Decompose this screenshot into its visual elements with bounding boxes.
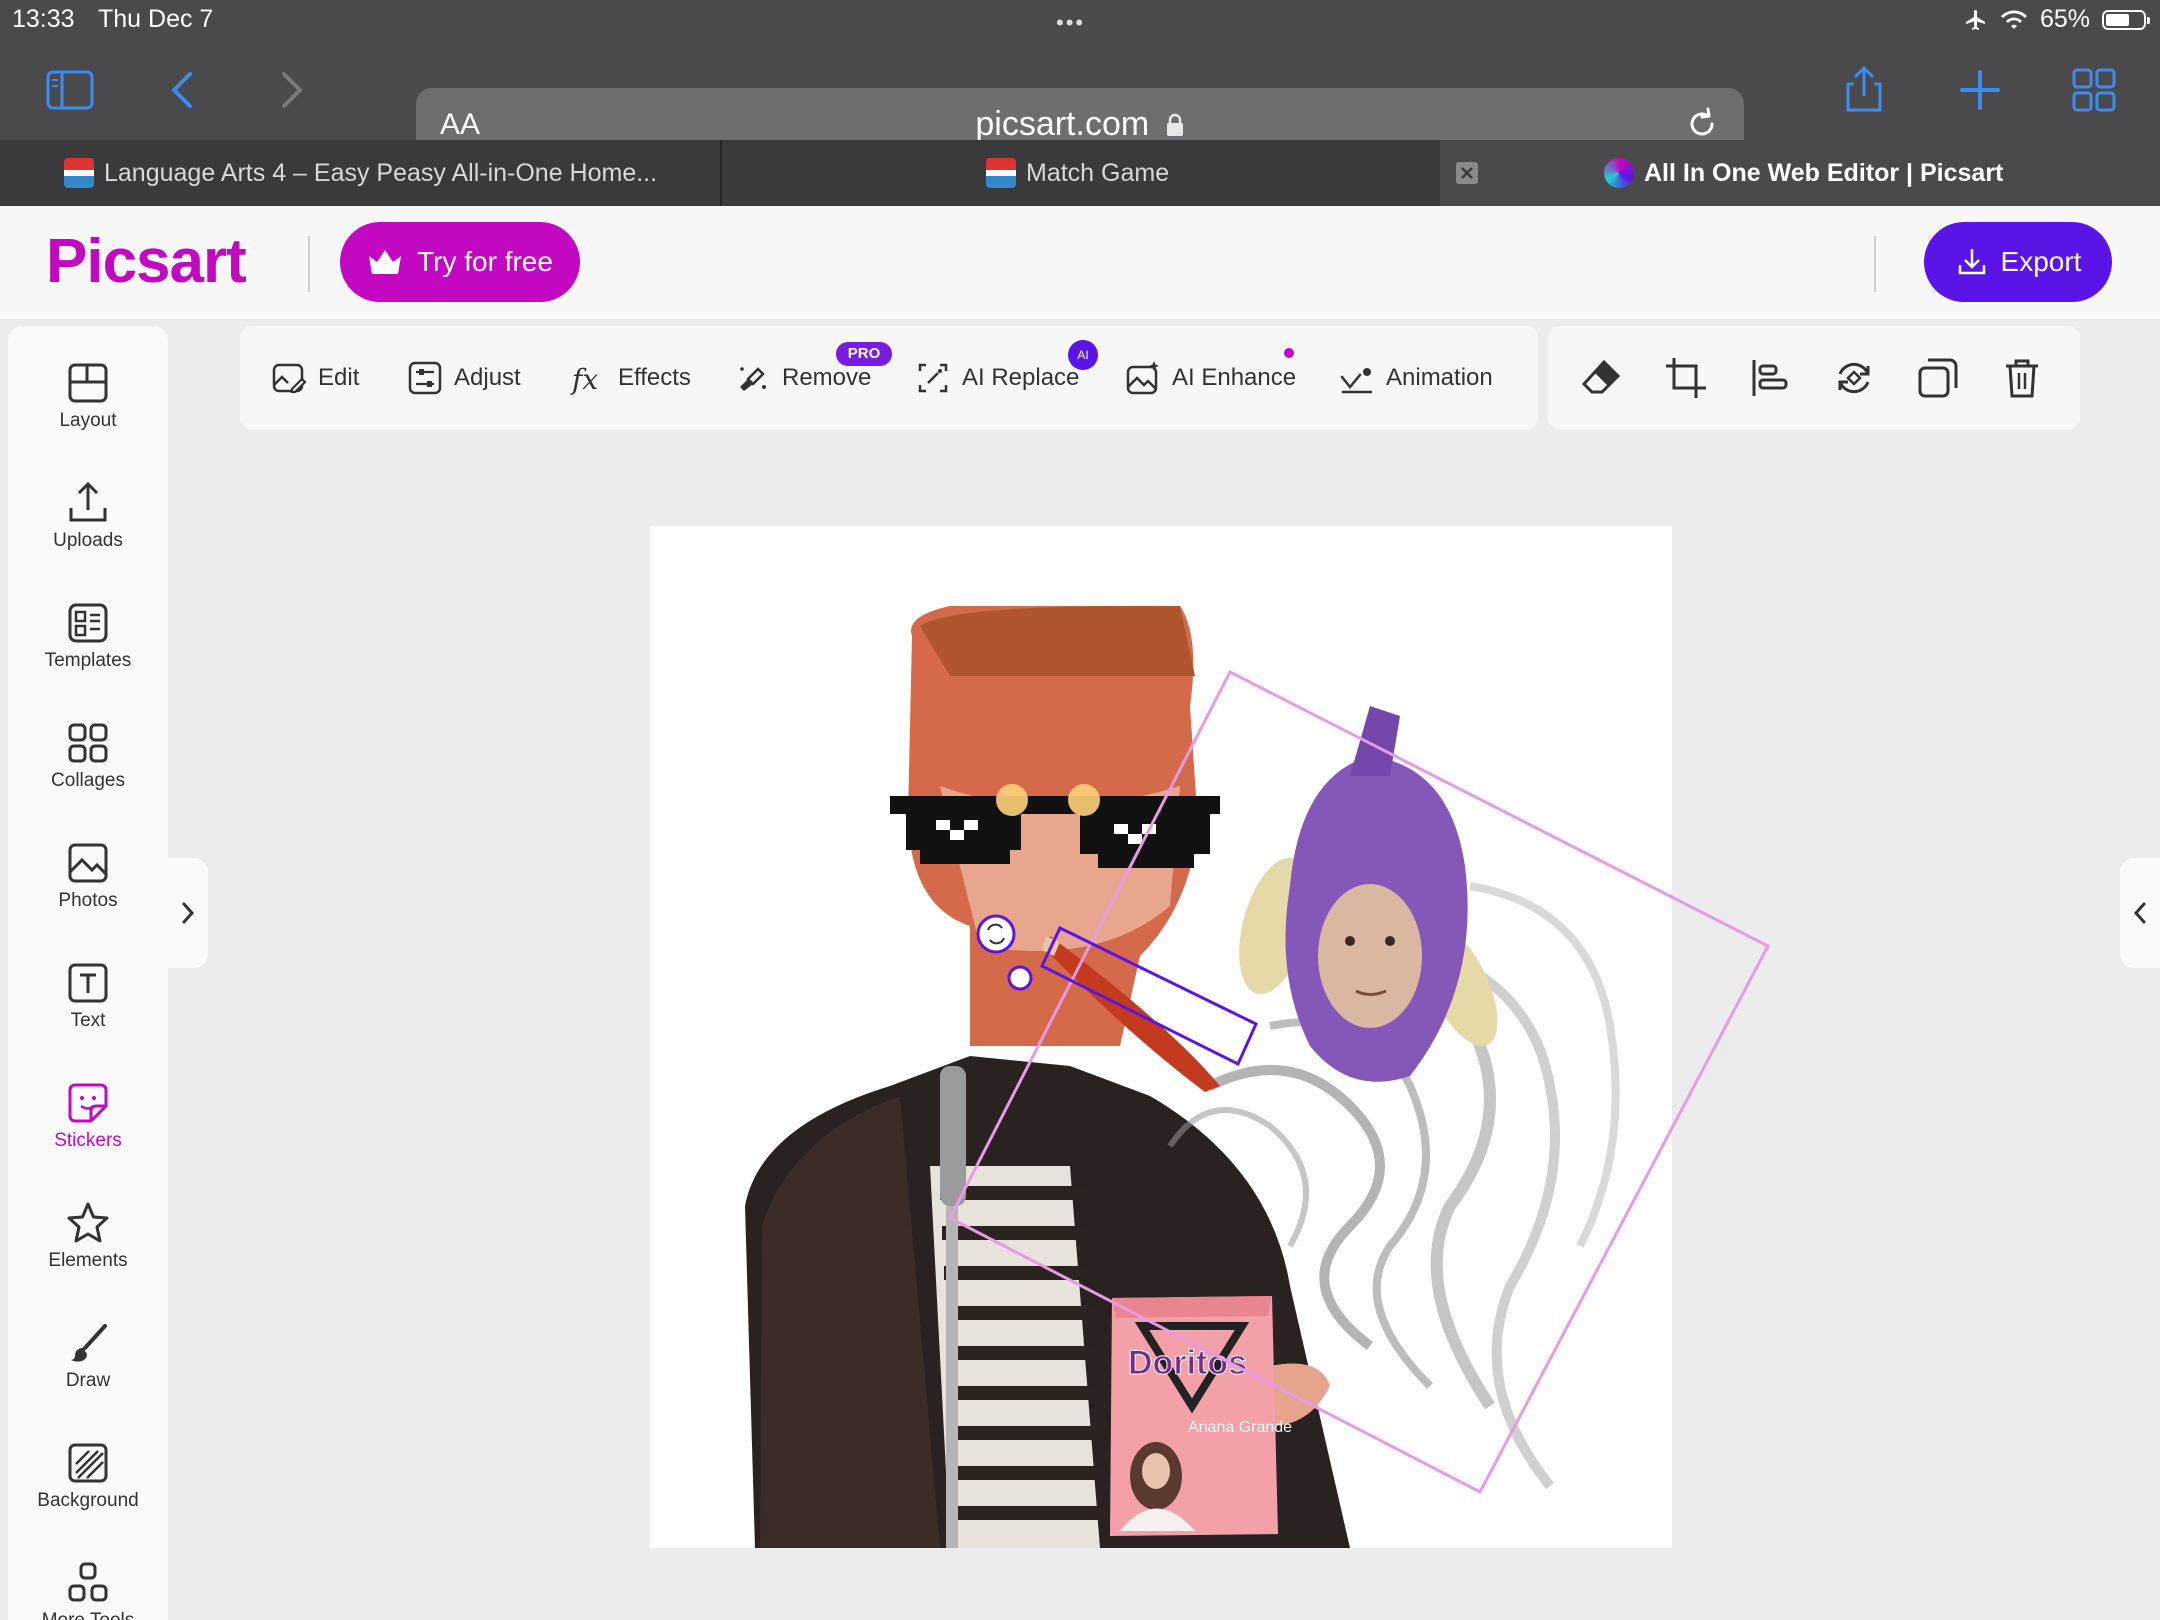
sidebar-item-layout[interactable]: Layout [8,352,168,462]
tool-adjust[interactable]: Adjust [406,356,521,400]
new-indicator-dot [1284,348,1294,358]
share-icon[interactable] [1836,62,1892,118]
status-bar: 13:33 Thu Dec 7 ••• 65% [0,0,2160,40]
resize-handle[interactable] [1007,965,1033,991]
star-icon [67,1202,109,1243]
doritos-chips-sticker[interactable]: Doritos Ariana Grande [1110,1296,1292,1536]
crown-icon [369,250,402,274]
tool-ai-enhance[interactable]: AI Enhance [1124,356,1296,400]
edit-image-icon [272,363,307,394]
sidebar-item-draw[interactable]: Draw [8,1312,168,1422]
rotate-handle-icon[interactable] [976,914,1016,954]
header-divider [308,236,310,292]
battery-percent: 65% [2039,5,2090,33]
remove-brush-icon [740,367,766,391]
eraser-icon[interactable] [1580,356,1624,400]
svg-text:fx: fx [570,363,598,396]
fx-icon: fx [570,363,598,396]
tab-bar: Language Arts 4 – Easy Peasy All-in-One … [0,140,2160,206]
sidebar-expand-button[interactable] [168,858,208,968]
animation-icon [1340,368,1372,394]
sidebar-item-more-tools[interactable]: More Tools [8,1552,168,1620]
left-sidebar: Layout Uploads Templates Collages Photos… [8,326,168,1620]
tool-edit[interactable]: Edit [270,356,359,400]
multitask-dots-icon[interactable]: ••• [1056,10,1085,36]
try-for-free-button[interactable]: Try for free [340,222,580,302]
trash-icon[interactable] [2000,356,2044,400]
browser-toolbar: AA picsart.com [0,40,2160,160]
reload-icon[interactable] [1682,104,1722,144]
chevron-left-icon [2133,902,2146,924]
wifi-icon [2000,9,2027,29]
text-icon [68,963,108,1003]
sidebar-toggle-icon[interactable] [42,62,98,118]
export-button[interactable]: Export [1924,222,2112,302]
flip-icon[interactable] [1832,356,1876,400]
app-header: Picsart Try for free Export [0,206,2160,319]
design-canvas[interactable]: Doritos Ariana Grande [650,526,1771,1548]
battery-fill [2106,13,2130,26]
sidebar-item-stickers[interactable]: Stickers [8,1072,168,1182]
forward-icon[interactable] [262,62,318,118]
sidebar-item-text[interactable]: Text [8,952,168,1062]
tool-ai-replace[interactable]: AI Replace [914,356,1079,400]
background-icon [68,1443,108,1483]
easy-peasy-favicon-icon [64,158,94,188]
download-icon [1958,249,1985,275]
chips-sub-text: Ariana Grande [1188,1419,1292,1436]
microphone [940,1066,966,1206]
right-panel-toggle[interactable] [2120,858,2160,968]
sticker-icon [68,1083,108,1123]
photos-icon [68,843,108,883]
pro-badge: PRO [836,342,892,366]
chevron-right-icon [182,902,195,924]
object-actions-bar [1548,326,2080,430]
url-text[interactable]: picsart.com [416,105,1744,144]
sidebar-item-background[interactable]: Background [8,1432,168,1542]
lock-icon [1166,113,1183,136]
align-icon[interactable] [1748,356,1792,400]
tool-animation[interactable]: Animation [1338,356,1493,400]
duplicate-icon[interactable] [1916,356,1960,400]
crop-icon[interactable] [1664,356,1708,400]
easy-peasy-favicon-icon [986,158,1016,188]
striped-shirt [940,1186,1106,1520]
templates-icon [68,603,108,643]
header-divider [1874,236,1876,292]
more-tools-icon [68,1562,108,1602]
tools-bar: Edit Adjust fx Effects Remove PRO AI Rep… [240,326,1538,430]
upload-icon [69,481,107,522]
purple-costume-sticker[interactable] [1226,706,1513,1082]
battery-icon [2102,9,2150,30]
picsart-logo[interactable]: Picsart [46,226,247,297]
status-time: 13:33 [12,5,75,33]
collages-icon [68,723,108,763]
picsart-favicon-icon [1604,158,1634,188]
sidebar-item-elements[interactable]: Elements [8,1192,168,1302]
close-tab-icon[interactable] [1456,162,1478,184]
sidebar-item-collages[interactable]: Collages [8,712,168,822]
brush-icon [71,1324,107,1362]
tool-effects[interactable]: fx Effects [570,356,691,400]
sidebar-item-uploads[interactable]: Uploads [8,472,168,582]
ai-badge: AI [1068,340,1098,370]
tab-language-arts[interactable]: Language Arts 4 – Easy Peasy All-in-One … [64,140,704,206]
new-tab-icon[interactable] [1952,62,2008,118]
sidebar-item-photos[interactable]: Photos [8,832,168,942]
back-icon[interactable] [156,62,212,118]
sidebar-item-templates[interactable]: Templates [8,592,168,702]
status-date: Thu Dec 7 [98,5,214,33]
tab-separator [720,140,722,206]
layout-icon [68,363,108,403]
tab-match-game[interactable]: Match Game [986,140,1366,206]
ai-enhance-icon [1126,361,1159,395]
tab-picsart[interactable]: All In One Web Editor | Picsart [1440,140,2160,206]
airplane-icon [1965,9,1985,30]
adjust-icon [408,361,442,395]
ai-replace-icon [918,363,948,393]
tab-overview-icon[interactable] [2066,62,2122,118]
